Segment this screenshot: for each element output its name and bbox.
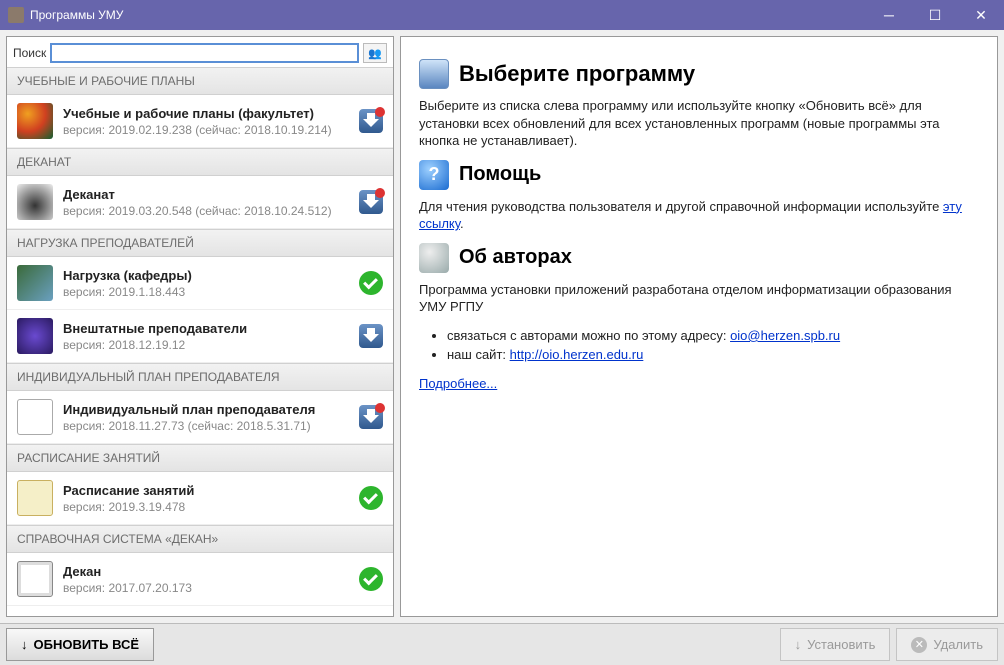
search-label: Поиск [13, 46, 46, 60]
list-item[interactable]: Индивидуальный план преподавателя версия:… [7, 391, 393, 444]
status-update-icon [359, 405, 383, 429]
group-header: ИНДИВИДУАЛЬНЫЙ ПЛАН ПРЕПОДАВАТЕЛЯ [7, 363, 393, 391]
group-header: ДЕКАНАТ [7, 148, 393, 176]
status-ok-icon [359, 486, 383, 510]
list-item[interactable]: Деканат версия: 2019.03.20.548 (сейчас: 2… [7, 176, 393, 229]
email-link[interactable]: oio@herzen.spb.ru [730, 328, 840, 343]
item-version: версия: 2017.07.20.173 [63, 581, 349, 595]
close-button[interactable]: ✕ [958, 0, 1004, 30]
item-name: Учебные и рабочие планы (факультет) [63, 106, 349, 121]
status-ok-icon [359, 271, 383, 295]
site-item: наш сайт: http://oio.herzen.edu.ru [447, 345, 979, 365]
app-thumbnail [17, 399, 53, 435]
item-version: версия: 2019.1.18.443 [63, 285, 349, 299]
book-icon [419, 59, 449, 89]
group-header: СПРАВОЧНАЯ СИСТЕМА «ДЕКАН» [7, 525, 393, 553]
download-arrow-icon: ↓ [21, 637, 28, 652]
item-name: Деканат [63, 187, 349, 202]
group-header: УЧЕБНЫЕ И РАБОЧИЕ ПЛАНЫ [7, 67, 393, 95]
minimize-button[interactable]: ─ [866, 0, 912, 30]
heading-help: Помощь [459, 163, 541, 186]
program-list[interactable]: УЧЕБНЫЕ И РАБОЧИЕ ПЛАНЫУчебные и рабочие… [7, 67, 393, 616]
app-thumbnail [17, 318, 53, 354]
status-download-icon [359, 324, 383, 348]
list-item[interactable]: Расписание занятий версия: 2019.3.19.478 [7, 472, 393, 525]
list-item[interactable]: Декан версия: 2017.07.20.173 [7, 553, 393, 606]
titlebar: Программы УМУ ─ ☐ ✕ [0, 0, 1004, 30]
site-link[interactable]: http://oio.herzen.edu.ru [510, 347, 644, 362]
about-text: Программа установки приложений разработа… [419, 281, 979, 316]
help-icon: ? [419, 160, 449, 190]
heading-select-program: Выберите программу [459, 61, 695, 87]
contact-item: связаться с авторами можно по этому адре… [447, 326, 979, 346]
item-version: версия: 2019.02.19.238 (сейчас: 2018.10.… [63, 123, 349, 137]
intro-text: Выберите из списка слева программу или и… [419, 97, 979, 150]
group-header: НАГРУЗКА ПРЕПОДАВАТЕЛЕЙ [7, 229, 393, 257]
search-row: Поиск 👥 [7, 37, 393, 67]
delete-button: ✕ Удалить [896, 628, 998, 661]
app-thumbnail [17, 480, 53, 516]
app-icon [8, 7, 24, 23]
window-title: Программы УМУ [30, 8, 866, 22]
status-ok-icon [359, 567, 383, 591]
app-thumbnail [17, 103, 53, 139]
app-thumbnail [17, 561, 53, 597]
group-header: РАСПИСАНИЕ ЗАНЯТИЙ [7, 444, 393, 472]
list-item[interactable]: Внештатные преподаватели версия: 2018.12.… [7, 310, 393, 363]
about-icon [419, 243, 449, 273]
heading-about: Об авторах [459, 246, 572, 269]
search-icon[interactable]: 👥 [363, 43, 387, 63]
install-button: ↓ Установить [780, 628, 891, 661]
update-all-button[interactable]: ↓ ОБНОВИТЬ ВСЁ [6, 628, 154, 661]
maximize-button[interactable]: ☐ [912, 0, 958, 30]
item-name: Внештатные преподаватели [63, 321, 349, 336]
search-input[interactable] [50, 43, 359, 63]
item-version: версия: 2019.3.19.478 [63, 500, 349, 514]
status-update-icon [359, 190, 383, 214]
list-item[interactable]: Учебные и рабочие планы (факультет) верси… [7, 95, 393, 148]
item-name: Декан [63, 564, 349, 579]
download-arrow-icon: ↓ [795, 637, 802, 652]
app-thumbnail [17, 265, 53, 301]
item-version: версия: 2019.03.20.548 (сейчас: 2018.10.… [63, 204, 349, 218]
item-name: Нагрузка (кафедры) [63, 268, 349, 283]
delete-icon: ✕ [911, 637, 927, 653]
app-thumbnail [17, 184, 53, 220]
item-name: Расписание занятий [63, 483, 349, 498]
item-name: Индивидуальный план преподавателя [63, 402, 349, 417]
more-link[interactable]: Подробнее... [419, 376, 497, 391]
list-item[interactable]: Нагрузка (кафедры) версия: 2019.1.18.443 [7, 257, 393, 310]
right-panel: Выберите программу Выберите из списка сл… [400, 36, 998, 617]
status-update-icon [359, 109, 383, 133]
about-list: связаться с авторами можно по этому адре… [447, 326, 979, 365]
help-text: Для чтения руководства пользователя и др… [419, 198, 979, 233]
left-panel: Поиск 👥 УЧЕБНЫЕ И РАБОЧИЕ ПЛАНЫУчебные и… [6, 36, 394, 617]
item-version: версия: 2018.12.19.12 [63, 338, 349, 352]
item-version: версия: 2018.11.27.73 (сейчас: 2018.5.31… [63, 419, 349, 433]
